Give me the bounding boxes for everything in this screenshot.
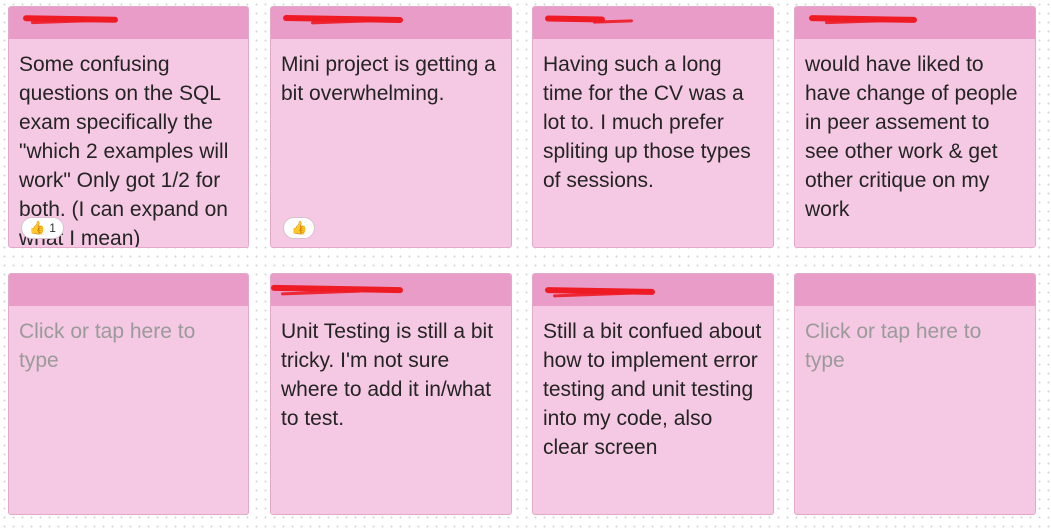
- sticky-note[interactable]: Some confusing questions on the SQL exam…: [8, 6, 249, 248]
- sticky-note[interactable]: Having such a long time for the CV was a…: [532, 6, 774, 248]
- note-text[interactable]: Having such a long time for the CV was a…: [533, 39, 773, 195]
- note-header: [795, 7, 1035, 39]
- note-text[interactable]: Mini project is getting a bit overwhelmi…: [271, 39, 511, 108]
- reaction-badge[interactable]: 👍 1: [21, 217, 64, 239]
- note-text[interactable]: would have liked to have change of peopl…: [795, 39, 1035, 224]
- note-text[interactable]: Unit Testing is still a bit tricky. I'm …: [271, 306, 511, 433]
- note-header: [795, 274, 1035, 306]
- author-redacted: [592, 19, 634, 24]
- note-header: [533, 7, 773, 39]
- note-header: [9, 274, 248, 306]
- sticky-note[interactable]: would have liked to have change of peopl…: [794, 6, 1036, 248]
- reaction-count: 1: [49, 221, 56, 235]
- thumbs-up-icon: 👍: [291, 220, 308, 235]
- note-placeholder[interactable]: Click or tap here to type: [795, 306, 1035, 375]
- note-header: [533, 274, 773, 306]
- sticky-note[interactable]: Click or tap here to type: [794, 273, 1036, 515]
- sticky-note[interactable]: Still a bit confued about how to impleme…: [532, 273, 774, 515]
- note-header: [9, 7, 248, 39]
- reaction-badge[interactable]: 👍: [283, 217, 316, 239]
- note-text[interactable]: Still a bit confued about how to impleme…: [533, 306, 773, 462]
- thumbs-up-icon: 👍: [29, 220, 46, 235]
- sticky-note[interactable]: Mini project is getting a bit overwhelmi…: [270, 6, 512, 248]
- note-header: [271, 7, 511, 39]
- sticky-note[interactable]: Unit Testing is still a bit tricky. I'm …: [270, 273, 512, 515]
- note-header: [271, 274, 511, 306]
- sticky-note[interactable]: Click or tap here to type: [8, 273, 249, 515]
- note-placeholder[interactable]: Click or tap here to type: [9, 306, 248, 375]
